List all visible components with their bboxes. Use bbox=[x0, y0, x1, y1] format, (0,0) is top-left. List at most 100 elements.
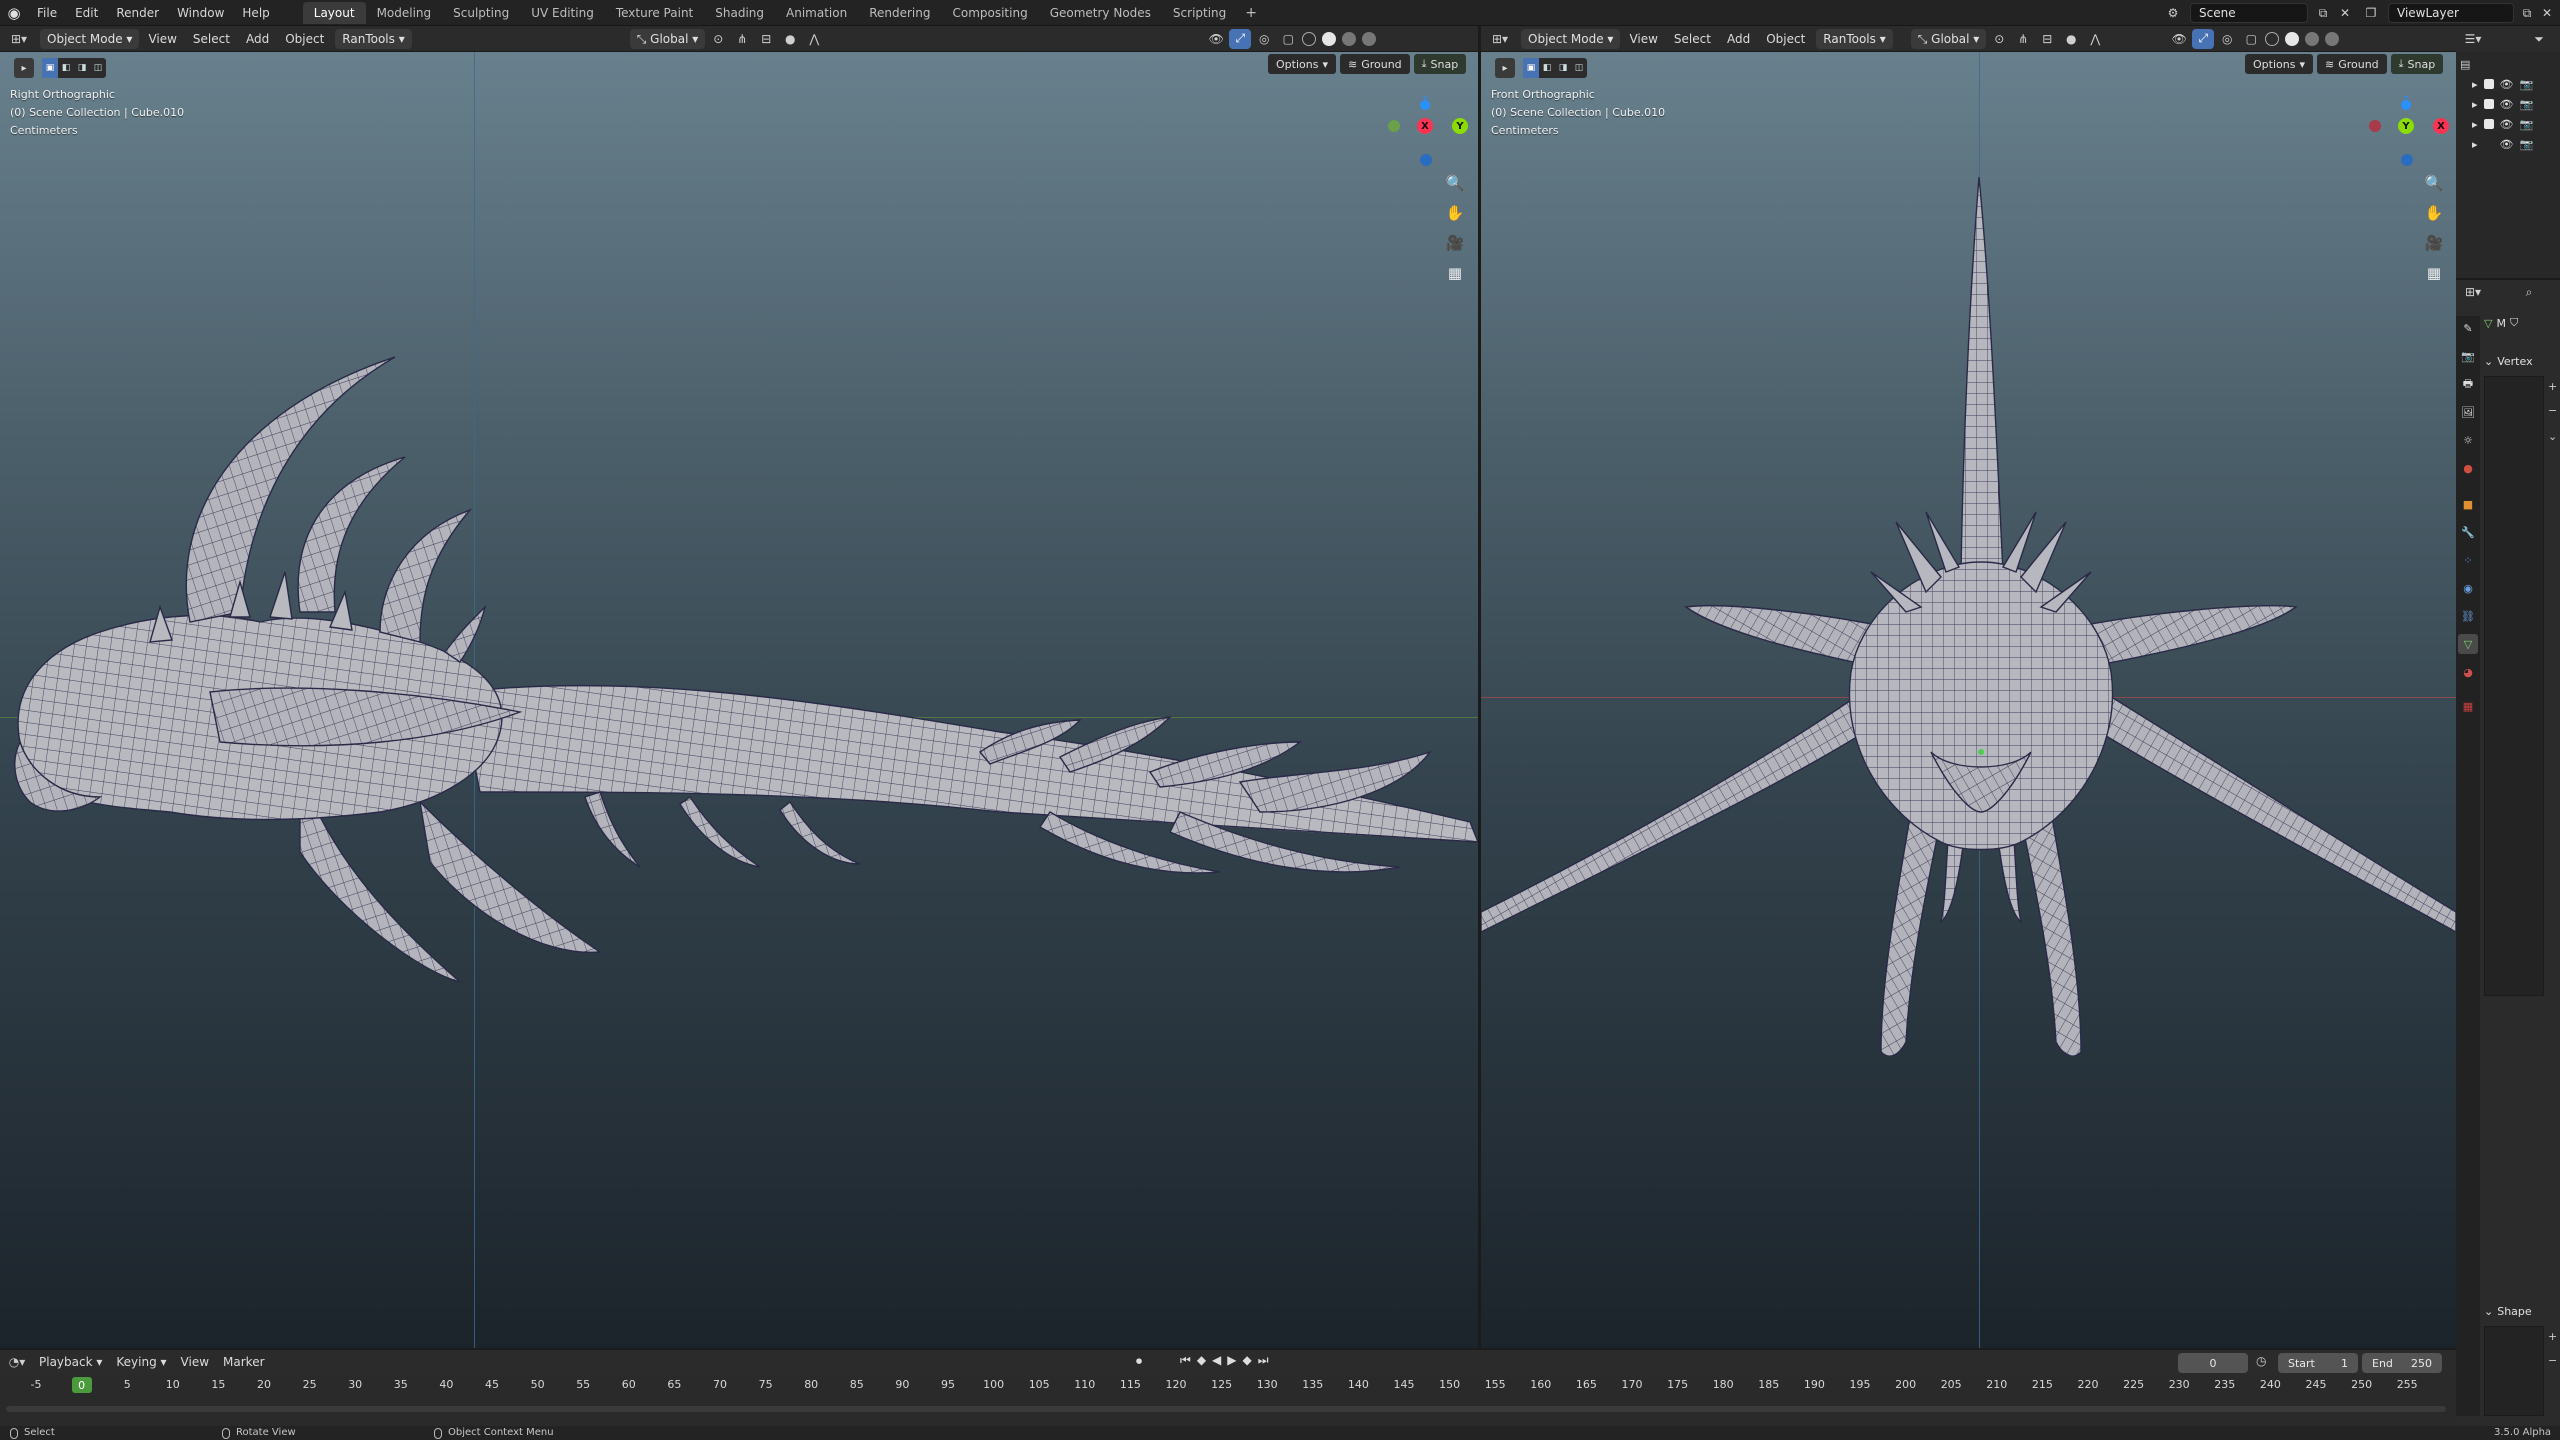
gizmo-y-axis[interactable]: Y bbox=[2398, 118, 2414, 134]
remove-shape-key-icon[interactable]: − bbox=[2548, 1354, 2557, 1367]
menu-keying[interactable]: Keying ▾ bbox=[109, 1352, 173, 1372]
mesh-data-tab-icon[interactable]: ▽ bbox=[2458, 634, 2478, 654]
add-shape-key-icon[interactable]: + bbox=[2548, 1330, 2557, 1343]
tab-animation[interactable]: Animation bbox=[775, 2, 858, 24]
properties-search-icon[interactable]: ⌕ bbox=[2518, 282, 2540, 302]
ortho-grid-icon[interactable]: ▦ bbox=[2421, 260, 2447, 286]
menu-select[interactable]: Select bbox=[186, 29, 237, 49]
menu-file[interactable]: File bbox=[28, 0, 66, 26]
remove-vertex-group-icon[interactable]: − bbox=[2548, 404, 2557, 417]
snap-magnet-icon[interactable]: ⋔ bbox=[2012, 29, 2034, 49]
proportional-edit-icon[interactable]: ● bbox=[779, 29, 801, 49]
view-layer-tab-icon[interactable]: 🖼 bbox=[2458, 402, 2478, 422]
vertex-groups-list[interactable] bbox=[2484, 376, 2544, 996]
eye-icon[interactable]: 👁 bbox=[2500, 138, 2514, 151]
xray-icon[interactable]: ▢ bbox=[2240, 29, 2262, 49]
gizmo-x-axis[interactable]: X bbox=[2433, 118, 2449, 134]
current-frame-indicator[interactable]: 0 bbox=[71, 1377, 92, 1393]
pivot-icon[interactable]: ⊙ bbox=[707, 29, 729, 49]
pan-hand-icon[interactable]: ✋ bbox=[2421, 200, 2447, 226]
world-tab-icon[interactable]: ● bbox=[2458, 458, 2478, 478]
object-mode-dropdown[interactable]: Object Mode ▾ bbox=[1521, 28, 1621, 49]
add-vertex-group-icon[interactable]: + bbox=[2548, 380, 2557, 393]
tab-layout[interactable]: Layout bbox=[302, 1, 366, 24]
gizmo-neg-z-axis[interactable] bbox=[2401, 154, 2413, 166]
menu-window[interactable]: Window bbox=[168, 0, 233, 26]
menu-view[interactable]: View bbox=[141, 29, 183, 49]
mesh-name-field[interactable]: M bbox=[2496, 317, 2506, 330]
creature-front-mesh[interactable] bbox=[1481, 52, 2456, 1348]
constraints-tab-icon[interactable]: ⛓ bbox=[2458, 606, 2478, 626]
delete-scene-icon[interactable]: ✕ bbox=[2336, 4, 2354, 22]
object-mode-dropdown[interactable]: Object Mode ▾ bbox=[40, 28, 140, 49]
eye-icon[interactable]: 👁 bbox=[2500, 118, 2514, 131]
material-tab-icon[interactable]: ◕ bbox=[2458, 662, 2478, 682]
new-scene-icon[interactable]: ⧉ bbox=[2314, 4, 2332, 22]
scene-selector[interactable]: Scene bbox=[2190, 3, 2308, 23]
zoom-icon[interactable]: 🔍 bbox=[2421, 170, 2447, 196]
blender-logo-icon[interactable]: ◉ bbox=[0, 0, 28, 26]
view-layer-selector[interactable]: ViewLayer bbox=[2388, 3, 2514, 23]
gizmo-y-axis[interactable]: Y bbox=[1452, 118, 1468, 134]
include-checkbox[interactable] bbox=[2483, 79, 2494, 89]
tab-rendering[interactable]: Rendering bbox=[858, 2, 941, 24]
solid-shading-icon[interactable] bbox=[1322, 31, 1337, 46]
tab-uv-editing[interactable]: UV Editing bbox=[520, 2, 605, 24]
vertex-group-specials-icon[interactable]: ⌄ bbox=[2548, 430, 2557, 443]
proportional-edit-icon[interactable]: ● bbox=[2060, 29, 2082, 49]
camera-view-icon[interactable]: 🎥 bbox=[2421, 230, 2447, 256]
editor-type-icon[interactable]: ⊞▾ bbox=[2, 29, 36, 49]
play-icon[interactable]: ▶ bbox=[1227, 1353, 1236, 1368]
gizmo-x-axis[interactable]: X bbox=[1417, 118, 1433, 134]
falloff-icon[interactable]: ⋀ bbox=[2084, 29, 2106, 49]
modifier-tab-icon[interactable]: 🔧 bbox=[2458, 522, 2478, 542]
render-tab-icon[interactable]: 📷 bbox=[2458, 346, 2478, 366]
tab-compositing[interactable]: Compositing bbox=[941, 2, 1038, 24]
include-checkbox[interactable] bbox=[2483, 119, 2494, 129]
left-3d-viewport[interactable]: ▸ ▣ ◧ ◨ ◫ Options ▾ ≋ Ground ⤓ Snap Right… bbox=[0, 52, 1478, 1348]
collapse-chevron-icon[interactable]: ⌄ bbox=[2484, 1305, 2493, 1318]
object-tab-icon[interactable]: ■ bbox=[2458, 494, 2478, 514]
camera-render-icon[interactable]: 📷 bbox=[2520, 98, 2534, 111]
visibility-icon[interactable]: 👁 bbox=[2168, 29, 2190, 49]
clock-icon[interactable]: ◷ bbox=[2256, 1354, 2266, 1368]
rendered-shading-icon[interactable] bbox=[1362, 31, 1377, 46]
include-checkbox[interactable] bbox=[2483, 99, 2494, 109]
output-tab-icon[interactable]: 🖶 bbox=[2458, 374, 2478, 394]
wireframe-shading-icon[interactable] bbox=[1302, 31, 1317, 46]
menu-playback[interactable]: Playback ▾ bbox=[32, 1352, 109, 1372]
shape-keys-list[interactable] bbox=[2484, 1326, 2544, 1416]
jump-end-icon[interactable]: ⏭ bbox=[1258, 1353, 1269, 1368]
expand-icon[interactable]: ▸ bbox=[2472, 78, 2478, 91]
particles-tab-icon[interactable]: ⁘ bbox=[2458, 550, 2478, 570]
menu-object[interactable]: Object bbox=[1759, 29, 1812, 49]
menu-marker[interactable]: Marker bbox=[216, 1352, 271, 1372]
collection-icon[interactable]: ▤ bbox=[2460, 58, 2470, 71]
tool-tab-icon[interactable]: ✎ bbox=[2458, 318, 2478, 338]
properties-editor-type-icon[interactable]: ⊞▾ bbox=[2458, 282, 2488, 302]
creature-side-mesh[interactable] bbox=[0, 52, 1478, 1348]
camera-render-icon[interactable]: 📷 bbox=[2520, 138, 2534, 151]
overlay-toggle-icon[interactable]: ◎ bbox=[1253, 29, 1275, 49]
delete-view-layer-icon[interactable]: ✕ bbox=[2538, 4, 2556, 22]
editor-type-icon[interactable]: ⊞▾ bbox=[1483, 29, 1517, 49]
start-frame-field[interactable]: Start 1 bbox=[2278, 1353, 2358, 1373]
material-shading-icon[interactable] bbox=[2305, 31, 2320, 46]
overlay-toggle-icon[interactable]: ◎ bbox=[2216, 29, 2238, 49]
eye-icon[interactable]: 👁 bbox=[2500, 98, 2514, 111]
gizmo-neg-y-axis[interactable] bbox=[1388, 120, 1400, 132]
xray-icon[interactable]: ▢ bbox=[1277, 29, 1299, 49]
outliner-row[interactable]: ▸ 👁 📷 bbox=[2472, 114, 2556, 134]
tab-sculpting[interactable]: Sculpting bbox=[442, 2, 520, 24]
menu-edit[interactable]: Edit bbox=[66, 0, 107, 26]
zoom-icon[interactable]: 🔍 bbox=[1442, 170, 1468, 196]
menu-select[interactable]: Select bbox=[1667, 29, 1718, 49]
end-frame-field[interactable]: End 250 bbox=[2362, 1353, 2442, 1373]
menu-help[interactable]: Help bbox=[233, 0, 278, 26]
scene-tab-icon[interactable]: ☼ bbox=[2458, 430, 2478, 450]
shape-keys-panel-header[interactable]: ⌄ Shape bbox=[2484, 1300, 2558, 1322]
menu-view[interactable]: View bbox=[174, 1352, 216, 1372]
play-reverse-icon[interactable]: ◀ bbox=[1212, 1353, 1221, 1368]
fake-user-icon[interactable]: ⛉ bbox=[2510, 316, 2518, 330]
vertex-groups-panel-header[interactable]: ⌄ Vertex bbox=[2484, 350, 2558, 372]
